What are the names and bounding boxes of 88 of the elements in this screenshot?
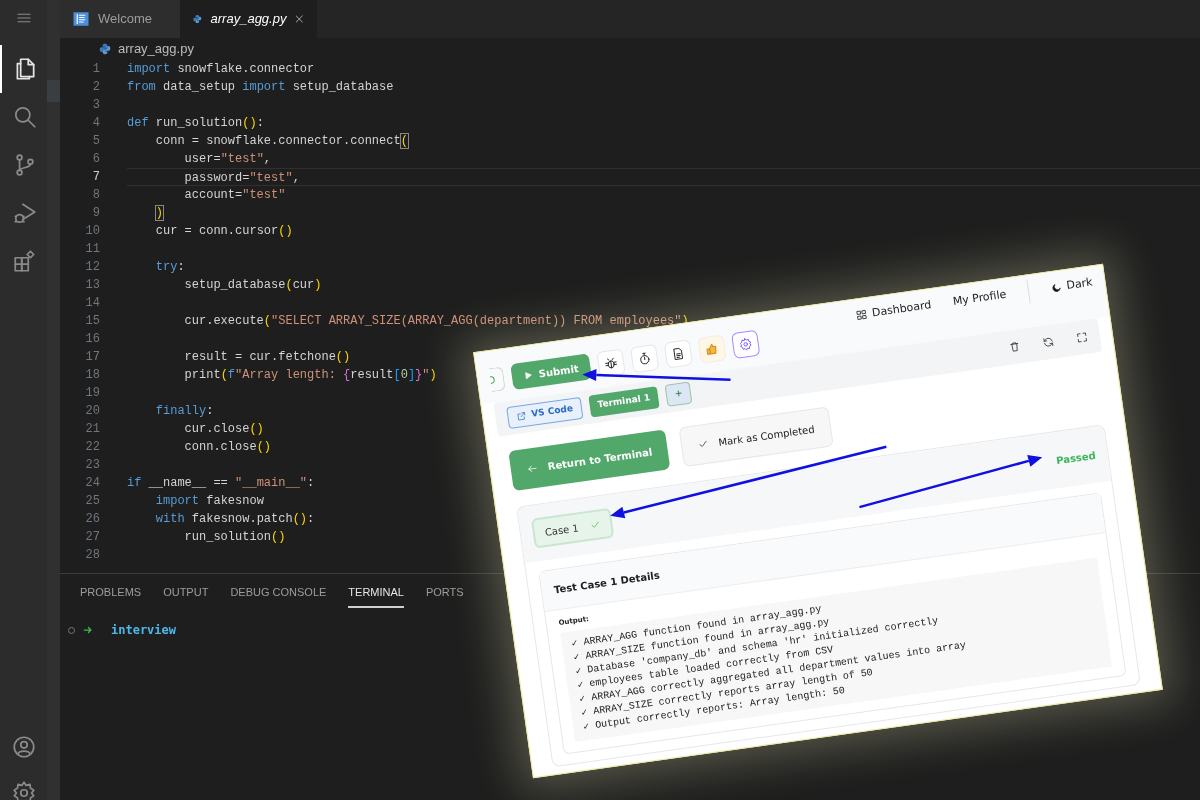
document-button[interactable] (663, 339, 694, 369)
code-line: print(f"Array length: {result[0]}") (183, 368, 437, 382)
settings-icon[interactable] (10, 780, 37, 800)
mark-completed-button[interactable]: Mark as Completed (679, 406, 835, 468)
line-number: 25 (84, 493, 100, 510)
code-line: user="test", (183, 152, 272, 166)
external-link-icon (515, 410, 528, 422)
line-number: 17 (84, 349, 100, 366)
code-line: with fakesnow.patch(): (154, 512, 315, 526)
bug-icon (603, 355, 620, 372)
line-number: 14 (84, 295, 100, 312)
line-number: 28 (84, 547, 100, 564)
code-line: finally: (154, 404, 214, 418)
panel-tab[interactable]: OUTPUT (163, 583, 209, 608)
account-icon[interactable] (10, 734, 37, 760)
fullscreen-icon[interactable] (1075, 330, 1089, 345)
nav-link[interactable]: My Profile (951, 286, 1008, 311)
line-number: 10 (84, 223, 100, 240)
thumbs-up-button[interactable] (697, 334, 727, 364)
settings-icon (737, 336, 754, 353)
code-line: def run_solution(): (127, 116, 264, 130)
line-number: 21 (84, 421, 100, 438)
line-number: 26 (84, 511, 100, 528)
line-number: 11 (84, 241, 100, 258)
code-line: setup_database(cur) (183, 278, 322, 292)
line-number: 24 (84, 475, 100, 492)
check-icon (697, 438, 710, 450)
line-number: 13 (84, 277, 100, 294)
status-label: Passed (1055, 448, 1097, 468)
panel-tab[interactable]: PROBLEMS (80, 583, 142, 608)
panel-tab[interactable]: PORTS (425, 583, 464, 608)
code-line: if __name__ == "__main__": (127, 476, 315, 490)
code-line: cur.close() (183, 422, 264, 436)
editor-tab[interactable]: array_agg.py (180, 0, 317, 38)
code-line: account="test" (183, 188, 286, 202)
panel-tab[interactable]: DEBUG CONSOLE (230, 583, 327, 608)
moon-icon (1050, 281, 1063, 294)
welcome-icon (72, 10, 90, 28)
code-line: from data_setup import setup_database (127, 80, 394, 94)
terminal-prompt: interview (111, 622, 177, 639)
line-number: 16 (84, 331, 100, 348)
line-number: 23 (84, 457, 100, 474)
refresh-icon[interactable] (1041, 335, 1056, 349)
add-tab-button[interactable]: + (664, 381, 693, 407)
line-number: 7 (91, 169, 100, 186)
line-number: 5 (91, 133, 100, 150)
line-number: 27 (84, 529, 100, 546)
check-icon (589, 519, 602, 531)
extensions-icon[interactable] (11, 248, 38, 274)
stopwatch-button[interactable] (630, 343, 660, 374)
code-line: conn.close() (183, 440, 272, 454)
line-number: 18 (84, 367, 100, 384)
code-line: password="test", (183, 171, 300, 185)
line-number: 3 (91, 97, 100, 114)
python-icon (192, 12, 203, 26)
play-icon (523, 369, 534, 380)
line-number: 9 (91, 205, 100, 222)
line-number: 2 (91, 79, 100, 96)
line-number: 6 (91, 151, 100, 168)
line-number: 22 (84, 439, 100, 456)
line-number: 19 (84, 385, 100, 402)
editor-tab[interactable]: Welcome (60, 0, 180, 38)
code-line: cur = conn.cursor() (154, 224, 293, 238)
open-editor-button[interactable]: VS Code (506, 396, 584, 430)
settings-button[interactable] (731, 329, 761, 359)
code-line: try: (154, 260, 185, 274)
run-debug-icon[interactable] (11, 200, 38, 226)
code-line: import snowflake.connector (127, 62, 315, 76)
line-number: 15 (84, 313, 100, 330)
line-number: 8 (91, 187, 100, 204)
prompt-arrow-icon (83, 625, 93, 635)
panel-tab[interactable]: TERMINAL (348, 583, 404, 608)
code-line: run_solution() (183, 530, 286, 544)
line-number: 1 (91, 61, 100, 78)
code-line: conn = snowflake.connector.connect( (154, 134, 408, 148)
code-line: ) (154, 206, 163, 220)
theme-toggle[interactable]: Dark (1049, 274, 1094, 297)
python-icon (98, 42, 112, 56)
test-case-tab[interactable]: Case 1 (530, 507, 615, 549)
nav-link[interactable]: Dashboard (854, 296, 933, 324)
line-number: 12 (84, 259, 100, 276)
code-line: result = cur.fetchone() (183, 350, 351, 364)
code-line: import fakesnow (154, 494, 264, 508)
breadcrumb[interactable]: array_agg.py (118, 39, 194, 59)
line-number: 20 (84, 403, 100, 420)
line-number: 4 (91, 115, 100, 132)
grid-icon (854, 308, 868, 322)
close-icon[interactable] (294, 12, 305, 26)
